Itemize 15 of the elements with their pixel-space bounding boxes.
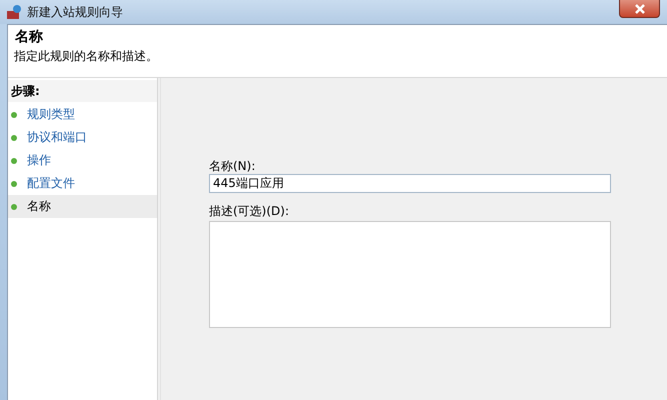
page-title: 名称 [15, 28, 44, 47]
steps-heading: 步骤: [8, 80, 157, 102]
field-label: 名称(N): [209, 158, 256, 174]
page-subtitle: 指定此规则的名称和描述。 [14, 48, 159, 65]
field-label: 描述(可选)(D): [209, 203, 290, 219]
step-item[interactable]: 规则类型 [8, 103, 157, 126]
step-item[interactable]: 操作 [8, 149, 157, 172]
step-item[interactable]: 配置文件 [8, 172, 157, 195]
name-input[interactable]: 445端口应用 [209, 174, 611, 193]
description-input[interactable] [209, 221, 611, 328]
step-item[interactable]: 协议和端口 [8, 126, 157, 149]
step-item[interactable]: 名称 [8, 195, 157, 218]
window-title: 新建入站规则向导 [27, 4, 123, 20]
close-icon [634, 4, 646, 14]
close-button[interactable] [619, 0, 660, 18]
